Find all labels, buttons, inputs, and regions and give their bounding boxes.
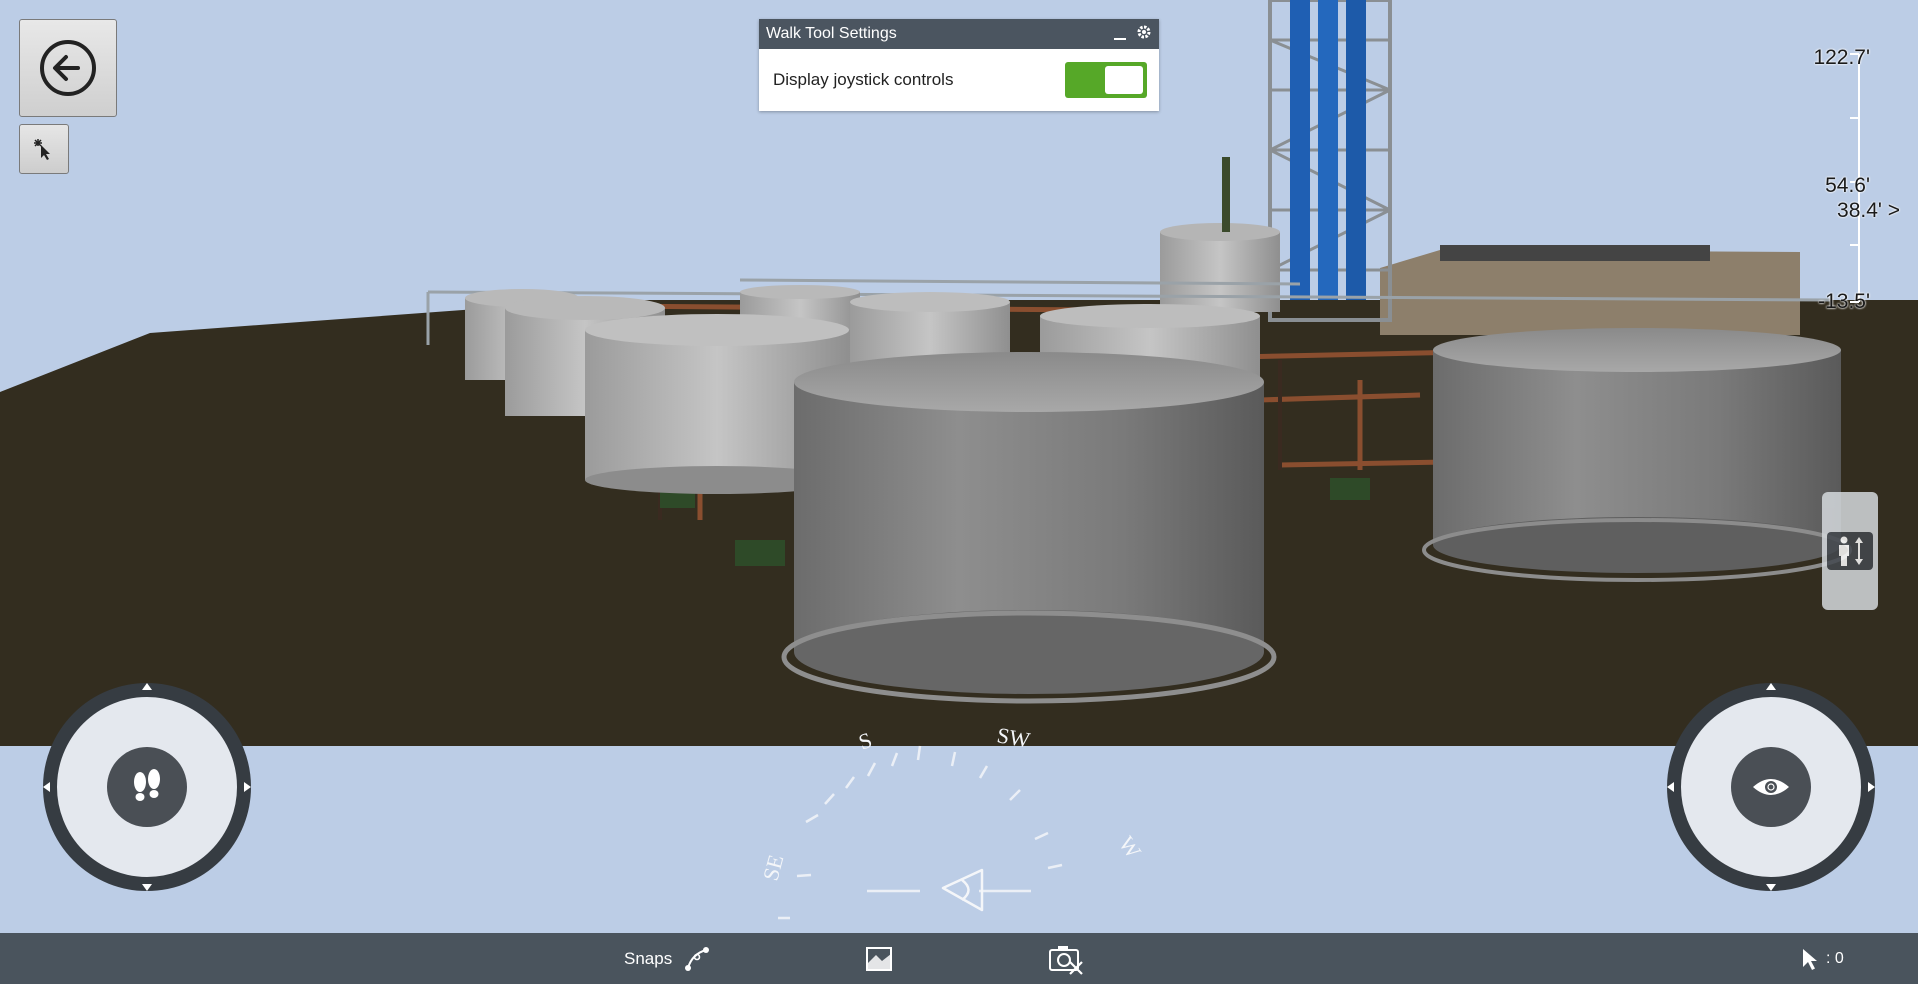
- eye-icon: [1753, 779, 1789, 795]
- snaps-button[interactable]: Snaps: [624, 933, 710, 984]
- pointer-count-value: : 0: [1826, 949, 1844, 967]
- elevation-label-current: 38.4' >: [1837, 199, 1900, 222]
- minimize-icon[interactable]: [1111, 25, 1129, 43]
- compass-label-se: SE: [758, 852, 789, 883]
- person-height-icon: [1839, 536, 1863, 566]
- 3d-viewport[interactable]: Walk Tool Settings Display joystick cont…: [0, 0, 1918, 746]
- walk-joystick[interactable]: [39, 679, 255, 895]
- back-arrow-icon: [40, 40, 96, 96]
- compass: S SW SE W: [730, 710, 1150, 940]
- view-direction-icon: [941, 868, 984, 912]
- camera-icon[interactable]: [1046, 942, 1086, 976]
- joystick-option-row: Display joystick controls: [759, 49, 1159, 111]
- select-pointer-icon: [34, 139, 50, 160]
- look-joystick[interactable]: [1663, 679, 1879, 895]
- select-tool-button[interactable]: [19, 124, 69, 174]
- footprints-icon: [134, 769, 160, 801]
- bottom-toolbar: Snaps : 0: [0, 933, 1918, 984]
- elevation-scale: 122.7' 54.6' 38.4' > -13.5': [1780, 40, 1910, 320]
- gear-icon[interactable]: [1135, 23, 1153, 41]
- elevation-label-bottom: -13.5': [1818, 290, 1870, 313]
- cursor-icon: [1803, 948, 1817, 970]
- snaps-label: Snaps: [624, 948, 673, 968]
- height-adjust-button[interactable]: [1822, 492, 1878, 610]
- snap-curve-icon: [685, 946, 710, 971]
- view-icon[interactable]: [860, 942, 896, 976]
- compass-label-w: W: [1114, 832, 1147, 864]
- plant-scene: [0, 0, 1918, 746]
- compass-dial: S SW SE W: [758, 722, 1147, 920]
- elevation-label-mid: 54.6': [1825, 174, 1870, 197]
- settings-titlebar[interactable]: Walk Tool Settings: [759, 19, 1159, 49]
- walk-tool-settings-panel: Walk Tool Settings Display joystick cont…: [759, 19, 1159, 111]
- joystick-option-label: Display joystick controls: [773, 70, 954, 89]
- elevation-label-top: 122.7': [1813, 46, 1870, 69]
- settings-title: Walk Tool Settings: [766, 25, 897, 42]
- height-adjust-inner: [1827, 532, 1873, 570]
- toggle-knob: [1105, 66, 1143, 94]
- pointer-counter: : 0: [1800, 933, 1844, 984]
- joystick-toggle[interactable]: [1065, 62, 1147, 98]
- compass-label-sw: SW: [995, 722, 1032, 752]
- back-button[interactable]: [19, 19, 117, 117]
- compass-label-s: S: [855, 727, 875, 755]
